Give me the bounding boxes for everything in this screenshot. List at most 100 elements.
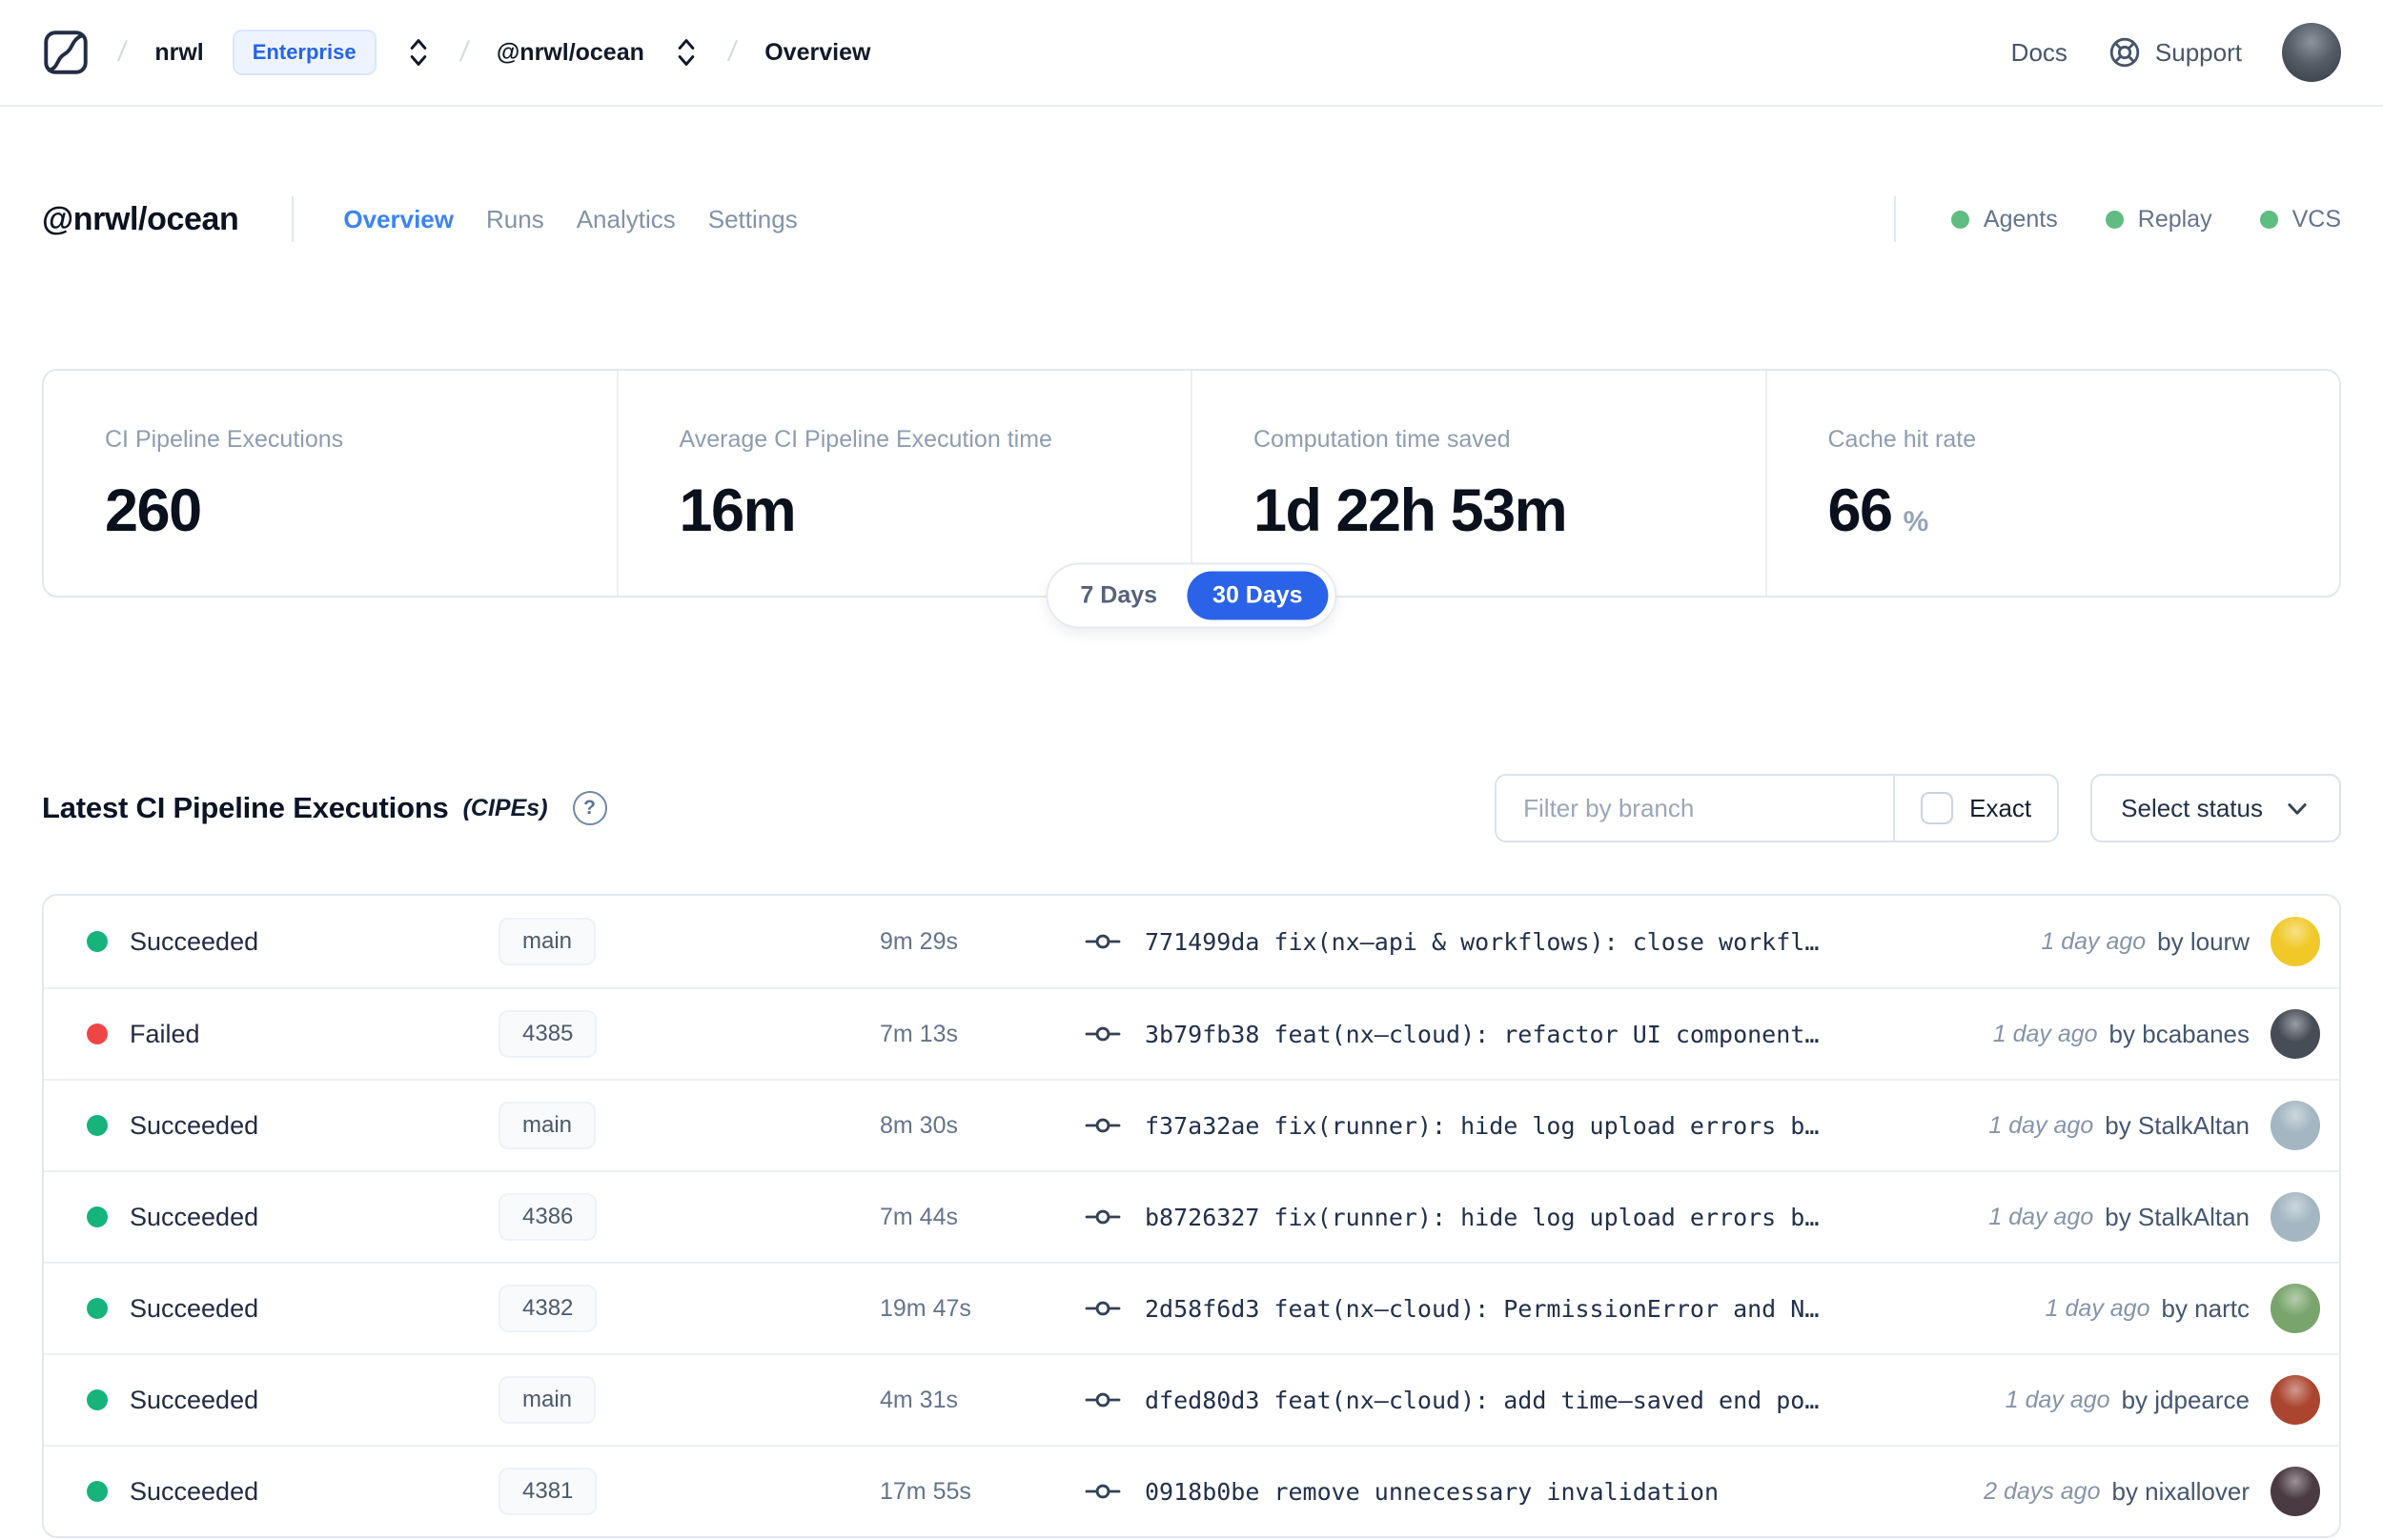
user-avatar[interactable] <box>2282 23 2341 82</box>
breadcrumb-page: Overview <box>764 38 871 66</box>
status-indicators: Agents Replay VCS <box>1893 196 2341 242</box>
author-avatar <box>2271 1101 2320 1150</box>
exact-filter: Exact <box>1893 776 2057 841</box>
time-ago: 1 day ago <box>1988 1111 2094 1139</box>
commit-cell: f37a32ae fix(runner): hide log upload er… <box>1085 1111 1988 1140</box>
status-label: Succeeded <box>130 1110 259 1140</box>
support-link[interactable]: Support <box>2108 35 2242 70</box>
breadcrumb: / nrwl Enterprise / @nrwl/ocean / Overvi… <box>42 29 870 76</box>
breadcrumb-workspace[interactable]: @nrwl/ocean <box>497 39 644 67</box>
commit-hash[interactable]: b8726327 <box>1145 1204 1259 1231</box>
commit-cell: dfed80d3 feat(nx–cloud): add time–saved … <box>1085 1386 2006 1414</box>
table-row[interactable]: Succeeded 4382 19m 47s 2d58f6d3 feat(nx–… <box>44 1262 2339 1353</box>
status-dot <box>87 1023 108 1044</box>
status-label: Succeeded <box>130 1476 259 1506</box>
author[interactable]: by nixallover <box>2111 1477 2250 1507</box>
commit-message: remove unnecessary invalidation <box>1273 1477 1720 1506</box>
branch-badge[interactable]: main <box>499 1102 597 1149</box>
git-commit-icon <box>1085 1026 1121 1042</box>
org-switcher-chevron-icon[interactable] <box>405 36 432 69</box>
branch-badge[interactable]: main <box>499 918 597 965</box>
commit-hash[interactable]: 771499da <box>1145 928 1259 956</box>
meta-cell: 2 days ago by nixallover <box>1984 1467 2320 1516</box>
git-commit-icon <box>1085 934 1121 949</box>
commit-cell: 771499da fix(nx–api & workflows): close … <box>1085 927 2041 956</box>
stat-ci-pipeline-executions: CI Pipeline Executions 260 <box>105 426 344 544</box>
author[interactable]: by bcabanes <box>2109 1020 2250 1049</box>
branch-badge[interactable]: main <box>499 1376 597 1424</box>
table-row[interactable]: Succeeded main 4m 31s dfed80d3 feat(nx–c… <box>44 1353 2339 1445</box>
commit-hash[interactable]: 0918b0be <box>1145 1478 1259 1506</box>
time-ago: 1 day ago <box>1988 1203 2094 1230</box>
help-icon[interactable]: ? <box>572 791 607 825</box>
author[interactable]: by StalkAltan <box>2105 1111 2250 1141</box>
chevron-down-icon <box>2288 803 2307 815</box>
author[interactable]: by nartc <box>2162 1294 2251 1324</box>
branch-badge[interactable]: 4386 <box>499 1193 598 1241</box>
commit-hash[interactable]: 2d58f6d3 <box>1145 1295 1259 1323</box>
branch-badge[interactable]: 4381 <box>499 1468 598 1515</box>
workspace-tabs: Overview Runs Analytics Settings <box>343 205 797 234</box>
indicator-vcs[interactable]: VCS <box>2259 206 2341 233</box>
status-label: Succeeded <box>130 926 259 956</box>
date-range-toggle: 7 Days 30 Days <box>1046 562 1337 629</box>
git-commit-icon <box>1085 1301 1121 1316</box>
range-7-days-button[interactable]: 7 Days <box>1054 572 1183 620</box>
table-row[interactable]: Succeeded 4381 17m 55s 0918b0be remove u… <box>44 1445 2339 1536</box>
duration-cell: 9m 29s <box>880 927 958 955</box>
tab-overview[interactable]: Overview <box>343 205 454 234</box>
commit-hash[interactable]: dfed80d3 <box>1145 1387 1259 1414</box>
status-dot <box>87 931 108 952</box>
author[interactable]: by StalkAltan <box>2105 1203 2250 1232</box>
table-row[interactable]: Succeeded main 9m 29s 771499da fix(nx–ap… <box>44 896 2339 987</box>
author[interactable]: by lourw <box>2157 927 2250 957</box>
branch-badge[interactable]: 4385 <box>499 1010 598 1058</box>
branch-cell: main <box>499 1102 880 1149</box>
meta-cell: 1 day ago by jdpearce <box>2006 1375 2320 1425</box>
docs-link[interactable]: Docs <box>2011 38 2067 68</box>
exact-label: Exact <box>1969 793 2032 822</box>
commit-cell: 2d58f6d3 feat(nx–cloud): PermissionError… <box>1085 1294 2046 1323</box>
nx-cloud-logo-icon[interactable] <box>42 29 90 76</box>
status-cell: Succeeded <box>87 1386 499 1415</box>
commit-hash[interactable]: 3b79fb38 <box>1145 1021 1259 1048</box>
branch-filter-input[interactable] <box>1497 776 1894 841</box>
commit-cell: 3b79fb38 feat(nx–cloud): refactor UI com… <box>1085 1020 1993 1048</box>
enterprise-badge: Enterprise <box>232 30 377 75</box>
time-ago: 2 days ago <box>1984 1477 2101 1505</box>
duration-cell: 7m 13s <box>880 1020 958 1047</box>
status-dot <box>87 1115 108 1136</box>
table-row[interactable]: Failed 4385 7m 13s 3b79fb38 feat(nx–clou… <box>44 987 2339 1079</box>
table-row[interactable]: Succeeded main 8m 30s f37a32ae fix(runne… <box>44 1079 2339 1170</box>
tab-runs[interactable]: Runs <box>486 205 544 234</box>
branch-filter-group: Exact <box>1495 774 2060 842</box>
author[interactable]: by jdpearce <box>2122 1386 2250 1415</box>
git-commit-icon <box>1085 1209 1121 1225</box>
lifebuoy-support-icon <box>2109 37 2140 68</box>
breadcrumb-org[interactable]: nrwl <box>154 39 203 67</box>
branch-badge[interactable]: 4382 <box>499 1285 598 1332</box>
divider <box>1893 196 1896 242</box>
status-dot <box>87 1206 108 1227</box>
exact-checkbox[interactable] <box>1921 792 1954 824</box>
status-dot <box>87 1389 108 1410</box>
status-select-dropdown[interactable]: Select status <box>2090 774 2341 842</box>
range-30-days-button[interactable]: 30 Days <box>1187 571 1329 620</box>
status-cell: Succeeded <box>87 1203 499 1232</box>
breadcrumb-separator: / <box>115 36 129 68</box>
commit-hash[interactable]: f37a32ae <box>1145 1112 1259 1140</box>
indicator-replay[interactable]: Replay <box>2105 206 2212 233</box>
author-avatar <box>2271 917 2320 966</box>
meta-cell: 1 day ago by nartc <box>2046 1284 2320 1333</box>
branch-cell: 4386 <box>499 1193 880 1241</box>
branch-cell: 4382 <box>499 1285 880 1332</box>
stats-summary-card: CI Pipeline Executions 260 Average CI Pi… <box>42 369 2341 629</box>
tab-settings[interactable]: Settings <box>708 205 798 234</box>
indicator-agents[interactable]: Agents <box>1950 206 2058 233</box>
table-row[interactable]: Succeeded 4386 7m 44s b8726327 fix(runne… <box>44 1170 2339 1262</box>
status-dot <box>87 1298 108 1319</box>
git-commit-icon <box>1085 1392 1121 1408</box>
tab-analytics[interactable]: Analytics <box>577 205 676 234</box>
workspace-switcher-chevron-icon[interactable] <box>673 36 700 69</box>
status-label: Succeeded <box>130 1202 259 1231</box>
